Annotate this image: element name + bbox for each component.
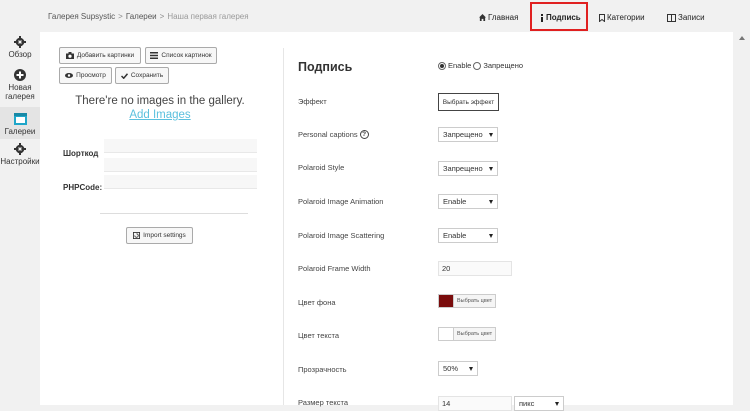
sidebar-item-galleries[interactable]: Галереи: [0, 107, 40, 139]
plus-circle-icon: [14, 69, 26, 81]
eye-icon: [65, 73, 74, 78]
sidebar-item-settings[interactable]: Настройки: [0, 139, 40, 166]
refresh-icon: [133, 232, 141, 239]
personal-captions-label: Personal captions: [298, 130, 358, 139]
image-list-button[interactable]: Список картинок: [145, 47, 217, 64]
polaroid-style-select[interactable]: Запрещено: [438, 161, 498, 176]
caption-title: Подпись: [298, 60, 353, 74]
camera-icon: [65, 52, 74, 59]
shortcode-label: Шорткод: [63, 149, 99, 158]
text-color-picker[interactable]: Выбрать цвет: [438, 327, 497, 341]
sidebar-item-label: Новая галерея: [5, 83, 35, 101]
text-size-unit-select[interactable]: пикс: [514, 396, 564, 411]
breadcrumb-item[interactable]: Галереи: [126, 12, 157, 21]
personal-captions-select[interactable]: Запрещено: [438, 127, 498, 142]
sidebar-item-new-gallery[interactable]: Новая галерея: [0, 63, 40, 101]
tab-label: Главная: [488, 13, 519, 22]
effect-label: Эффект: [298, 97, 327, 106]
tab-main[interactable]: Главная: [479, 13, 518, 22]
polaroid-scattering-label: Polaroid Image Scattering: [298, 231, 385, 240]
add-images-link[interactable]: Add Images: [72, 109, 248, 121]
background-color-picker[interactable]: Выбрать цвет: [438, 294, 497, 308]
caption-toggle: Enable Запрещено: [438, 61, 523, 70]
preview-button[interactable]: Просмотр: [59, 67, 112, 84]
background-color-label: Цвет фона: [298, 298, 336, 307]
add-images-button[interactable]: Добавить картинки: [59, 47, 141, 64]
polaroid-animation-label: Polaroid Image Animation: [298, 197, 384, 206]
choose-color-button[interactable]: Выбрать цвет: [454, 327, 497, 341]
polaroid-frame-width-input[interactable]: 20: [438, 261, 512, 276]
tab-label: Подпись: [546, 13, 581, 22]
caret-down-icon: [489, 132, 493, 137]
caret-down-icon: [469, 366, 473, 371]
tab-posts[interactable]: Записи: [667, 13, 705, 22]
sidebar-item-label: Галереи: [4, 127, 36, 136]
polaroid-scattering-select[interactable]: Enable: [438, 228, 498, 243]
polaroid-style-label: Polaroid Style: [298, 163, 345, 172]
info-icon: [541, 13, 543, 22]
main-panel: [40, 32, 733, 405]
sidebar: Обзор Новая галерея Галереи Настройки: [0, 30, 40, 405]
list-icon: [150, 52, 159, 59]
text-color-label: Цвет текста: [298, 331, 340, 340]
save-button[interactable]: Сохранить: [115, 67, 169, 84]
disable-label: Запрещено: [483, 61, 524, 70]
caret-down-icon: [489, 199, 493, 204]
columns-icon: [667, 13, 676, 22]
caret-down-icon: [489, 233, 493, 238]
breadcrumb-item[interactable]: Галерея Supsystic: [48, 12, 115, 21]
gallery-icon: [13, 113, 27, 125]
phpcode-field[interactable]: [104, 175, 257, 189]
breadcrumb-separator: >: [118, 12, 123, 21]
home-icon: [479, 14, 486, 21]
color-swatch[interactable]: [438, 294, 454, 308]
tab-caption[interactable]: Подпись: [540, 13, 581, 22]
gear-icon: [14, 36, 26, 48]
sidebar-item-overview[interactable]: Обзор: [0, 30, 40, 59]
text-size-label: Размер текста: [298, 398, 349, 407]
caret-down-icon: [489, 166, 493, 171]
opacity-label: Прозрачность: [298, 365, 347, 374]
checkmark-icon: [120, 72, 128, 79]
tab-categories[interactable]: Категории: [599, 13, 645, 22]
enable-radio[interactable]: [438, 61, 446, 70]
import-settings-button[interactable]: Import settings: [126, 227, 193, 244]
column-divider: [283, 48, 284, 405]
polaroid-frame-width-label: Polaroid Frame Width: [298, 264, 371, 273]
shortcode-value[interactable]: [104, 158, 257, 172]
shortcode-field[interactable]: [104, 139, 257, 153]
help-icon[interactable]: ?: [359, 130, 369, 139]
tab-label: Записи: [678, 13, 705, 22]
sidebar-item-label: Обзор: [8, 50, 32, 59]
scrollbar[interactable]: [738, 34, 745, 405]
divider: [100, 213, 248, 214]
phpcode-label: PHPCode:: [63, 183, 103, 192]
color-swatch[interactable]: [438, 327, 454, 341]
disable-radio[interactable]: [473, 61, 482, 70]
empty-gallery-message: There're no images in the gallery.: [75, 95, 245, 107]
sidebar-item-label: Настройки: [0, 157, 40, 166]
gear-icon: [14, 143, 26, 155]
personal-captions-row: Personal captions ?: [298, 130, 369, 139]
polaroid-animation-select[interactable]: Enable: [438, 194, 498, 209]
choose-effect-button[interactable]: Выбрать эффект: [438, 93, 499, 111]
top-bar: Галерея Supsystic > Галереи > Наша первая га…: [40, 0, 750, 31]
enable-label: Enable: [448, 61, 472, 70]
opacity-select[interactable]: 50%: [438, 361, 478, 376]
breadcrumb-item: Наша первая галерея: [167, 12, 249, 21]
choose-color-button[interactable]: Выбрать цвет: [454, 294, 497, 308]
text-size-input[interactable]: 14: [438, 396, 512, 411]
bookmark-icon: [599, 13, 605, 22]
breadcrumb-separator: >: [159, 12, 165, 21]
breadcrumb: Галерея Supsystic > Галереи > Наша первая га…: [48, 12, 249, 21]
tab-label: Категории: [607, 13, 645, 22]
